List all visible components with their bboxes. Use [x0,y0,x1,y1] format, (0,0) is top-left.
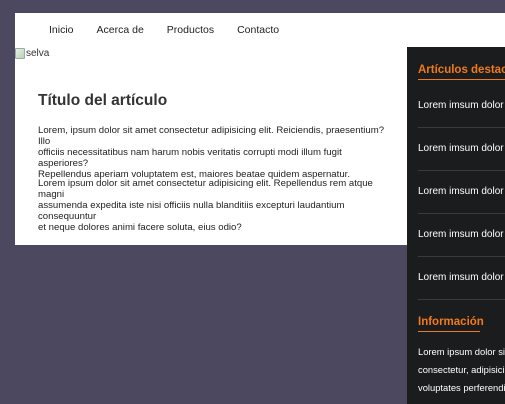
nav-item-contacto[interactable]: Contacto [237,24,279,36]
main-content: selva Título del artículo Lorem, ipsum d… [15,47,407,245]
divider [418,299,505,300]
paragraph-line: Lorem, ipsum dolor sit amet consectetur … [38,125,385,147]
featured-article-item[interactable]: Lorem imsum dolor sit [418,229,505,240]
article-paragraph-1: Lorem, ipsum dolor sit amet consectetur … [38,125,390,180]
top-navigation: Inicio Acerca de Productos Contacto [15,13,505,47]
info-line: consectetur, adipisicing [418,364,505,375]
featured-article-item[interactable]: Lorem imsum dolor sit [418,186,505,197]
info-line: Lorem ipsum dolor sit [418,346,505,357]
paragraph-line: Lorem ipsum dolor sit amet consectetur a… [38,178,373,200]
page: Inicio Acerca de Productos Contacto selv… [0,0,505,404]
featured-article-item[interactable]: Lorem imsum dolor sit [418,100,505,111]
featured-article-item[interactable]: Lorem imsum dolor sit [418,143,505,154]
divider [418,170,505,171]
nav-item-productos[interactable]: Productos [167,24,214,36]
divider [418,256,505,257]
featured-articles-heading: Artículos destacados [418,64,505,76]
divider [418,127,505,128]
paragraph-line: officiis necessitatibus nam harum nobis … [38,147,342,169]
info-heading: Información [418,316,484,328]
heading-underline [418,331,480,332]
nav-item-inicio[interactable]: Inicio [49,24,74,36]
image-alt-text: selva [26,48,50,59]
heading-underline [418,79,505,80]
info-text: Lorem ipsum dolor sit consectetur, adipi… [418,343,505,397]
broken-image-icon [15,48,25,59]
featured-article-item[interactable]: Lorem imsum dolor sit [418,272,505,283]
sidebar: Artículos destacados Lorem imsum dolor s… [407,47,505,404]
article-title: Título del artículo [38,92,168,109]
info-line: voluptates perferendis [418,382,505,393]
article-image: selva [15,48,49,59]
paragraph-line: et neque dolores animi facere soluta, ei… [38,222,242,233]
article-paragraph-2: Lorem ipsum dolor sit amet consectetur a… [38,178,390,233]
divider [418,213,505,214]
paragraph-line: assumenda expedita iste nisi officiis nu… [38,200,345,222]
nav-item-acerca-de[interactable]: Acerca de [97,24,144,36]
